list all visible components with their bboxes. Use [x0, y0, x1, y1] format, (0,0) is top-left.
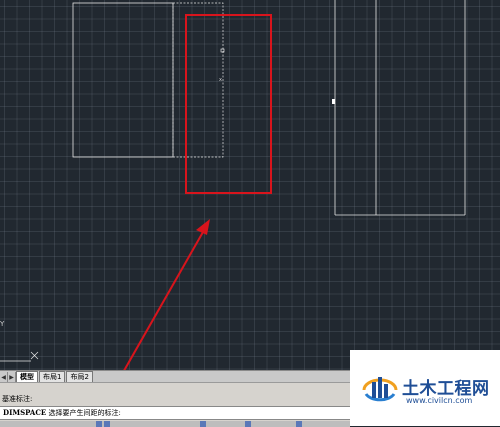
watermark-logo: 土木工程网 www.civilcn.com [350, 350, 500, 426]
layout-tab-bar: ◀ ▶ 模型 布局1 布局2 [0, 370, 360, 382]
command-input-line[interactable]: DIMSPACE 选择要产生间距的标注: [0, 406, 350, 420]
tab-layout2[interactable]: 布局2 [66, 371, 93, 382]
command-name: DIMSPACE [3, 408, 47, 417]
tab-layout1[interactable]: 布局1 [39, 371, 66, 382]
status-bar [0, 421, 350, 427]
status-toggle[interactable] [296, 421, 302, 427]
tab-model[interactable]: 模型 [16, 371, 38, 382]
command-history-line: 基准标注: [2, 395, 33, 403]
tab-nav-next-icon[interactable]: ▶ [8, 372, 16, 382]
status-toggle[interactable] [104, 421, 110, 427]
tab-nav-prev-icon[interactable]: ◀ [0, 372, 8, 382]
command-prompt: 选择要产生间距的标注: [48, 409, 121, 417]
command-window: 基准标注: DIMSPACE 选择要产生间距的标注: [0, 382, 350, 427]
drawing-canvas[interactable] [0, 0, 500, 370]
watermark-url: www.civilcn.com [406, 396, 473, 405]
logo-emblem-icon [362, 377, 398, 402]
status-toggle[interactable] [96, 421, 102, 427]
status-toggle[interactable] [200, 421, 206, 427]
status-toggle[interactable] [245, 421, 251, 427]
